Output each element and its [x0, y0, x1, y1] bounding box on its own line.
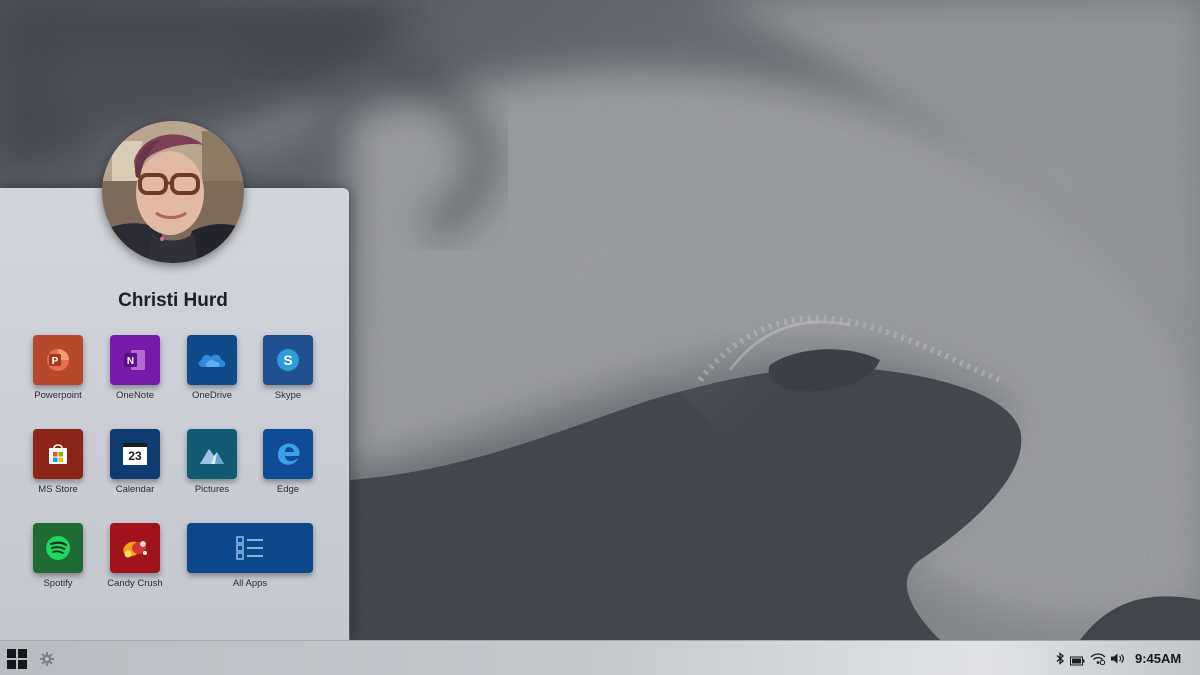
tile-label: MS Store [38, 484, 78, 495]
svg-text:P: P [52, 356, 59, 367]
tile-label: OneNote [115, 390, 155, 401]
tile-onenote[interactable]: N OneNote [97, 335, 173, 401]
onenote-icon: N [110, 335, 160, 385]
clock[interactable]: 9:45AM [1135, 651, 1181, 666]
tile-label: Pictures [194, 484, 230, 495]
tile-skype[interactable]: S Skype [250, 335, 326, 401]
tile-label: Powerpoint [34, 390, 82, 401]
network-icon[interactable] [1090, 652, 1106, 670]
gear-icon [40, 652, 54, 666]
pictures-icon [187, 429, 237, 479]
onedrive-icon [187, 335, 237, 385]
battery-icon[interactable] [1070, 653, 1085, 671]
avatar[interactable] [102, 121, 244, 263]
tile-label: OneDrive [191, 390, 233, 401]
windows-logo-icon [7, 649, 27, 669]
tile-label: Spotify [43, 578, 73, 589]
all-apps-icon [187, 523, 313, 573]
tile-all-apps[interactable]: All Apps [187, 523, 313, 589]
spotify-icon [33, 523, 83, 573]
powerpoint-icon: P [33, 335, 83, 385]
bluetooth-icon[interactable] [1056, 652, 1065, 670]
calendar-date-badge: 23 [123, 443, 147, 465]
tile-label: Edge [276, 484, 300, 495]
tile-ms-store[interactable]: MS Store [20, 429, 96, 495]
tile-spotify[interactable]: Spotify [20, 523, 96, 589]
tile-label: Candy Crush [107, 578, 163, 589]
store-icon [33, 429, 83, 479]
svg-text:N: N [127, 356, 134, 367]
calendar-icon: 23 [110, 429, 160, 479]
tile-label: All Apps [232, 578, 268, 589]
candy-crush-icon [110, 523, 160, 573]
tile-candy-crush[interactable]: Candy Crush [97, 523, 173, 589]
tile-powerpoint[interactable]: P Powerpoint [20, 335, 96, 401]
tile-calendar[interactable]: 23 Calendar [97, 429, 173, 495]
tile-pictures[interactable]: Pictures [174, 429, 250, 495]
desktop: Christi Hurd P Powerpoint N OneNote OneD… [0, 0, 1200, 675]
edge-icon [263, 429, 313, 479]
settings-button[interactable] [40, 652, 54, 666]
user-name: Christi Hurd [118, 290, 228, 311]
svg-text:S: S [283, 352, 292, 368]
taskbar: 9:45AM [0, 640, 1200, 675]
tile-edge[interactable]: Edge [250, 429, 326, 495]
tile-label: Skype [274, 390, 302, 401]
start-button[interactable] [7, 649, 27, 669]
skype-icon: S [263, 335, 313, 385]
volume-icon[interactable] [1110, 652, 1125, 670]
tile-label: Calendar [115, 484, 155, 495]
tile-onedrive[interactable]: OneDrive [174, 335, 250, 401]
